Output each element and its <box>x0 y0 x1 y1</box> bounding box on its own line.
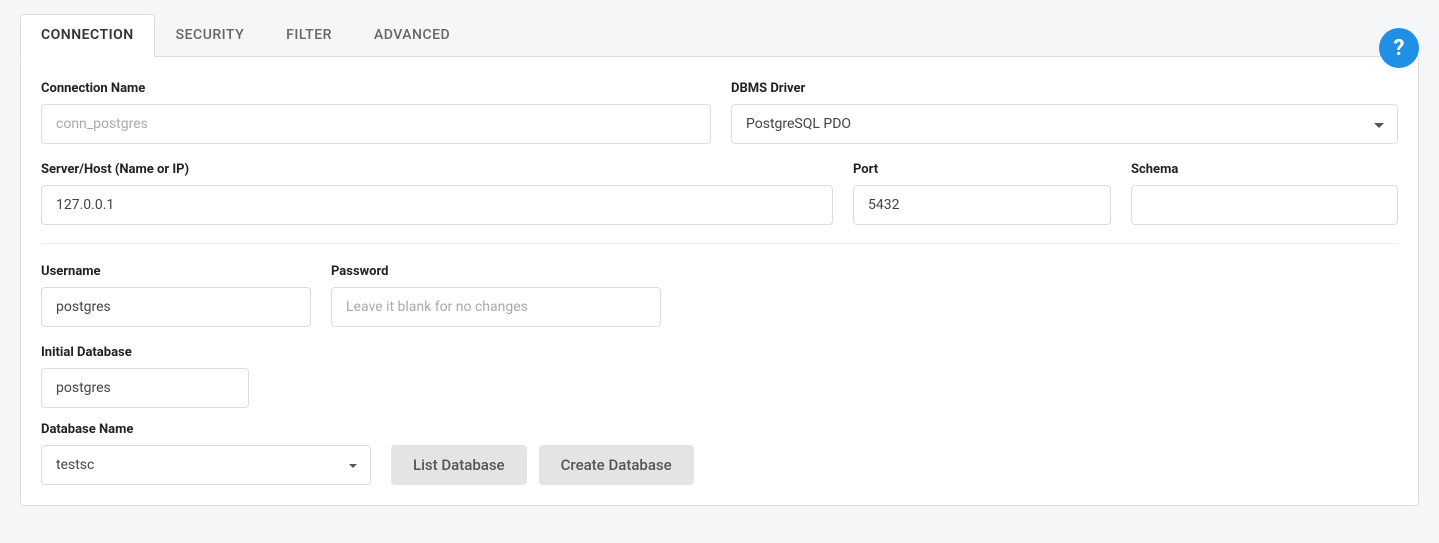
field-connection-name: Connection Name <box>41 81 711 144</box>
database-name-value: testsc <box>56 457 94 473</box>
server-host-input[interactable] <box>41 185 833 225</box>
label-username: Username <box>41 264 311 279</box>
list-database-button[interactable]: List Database <box>391 445 527 485</box>
label-server-host: Server/Host (Name or IP) <box>41 162 833 177</box>
label-password: Password <box>331 264 661 279</box>
connection-name-input[interactable] <box>41 104 711 144</box>
section-divider <box>41 243 1398 244</box>
connection-panel: Connection Name DBMS Driver PostgreSQL P… <box>20 56 1419 506</box>
field-database-name: Database Name testsc <box>41 422 371 485</box>
field-username: Username <box>41 264 311 327</box>
tab-bar: CONNECTION SECURITY FILTER ADVANCED <box>20 14 1419 56</box>
port-input[interactable] <box>853 185 1111 225</box>
field-port: Port <box>853 162 1111 225</box>
help-button[interactable]: ? <box>1379 28 1419 68</box>
main-container: ? CONNECTION SECURITY FILTER ADVANCED Co… <box>20 14 1419 506</box>
field-schema: Schema <box>1131 162 1398 225</box>
initial-database-input[interactable] <box>41 368 249 408</box>
label-connection-name: Connection Name <box>41 81 711 96</box>
database-buttons: List Database Create Database <box>391 422 694 485</box>
label-database-name: Database Name <box>41 422 371 437</box>
password-input[interactable] <box>331 287 661 327</box>
dbms-driver-select[interactable]: PostgreSQL PDO <box>731 104 1398 144</box>
label-schema: Schema <box>1131 162 1398 177</box>
tab-filter[interactable]: FILTER <box>265 14 353 56</box>
database-name-select[interactable]: testsc <box>41 445 371 485</box>
schema-input[interactable] <box>1131 185 1398 225</box>
username-input[interactable] <box>41 287 311 327</box>
field-password: Password <box>331 264 661 327</box>
tab-advanced[interactable]: ADVANCED <box>353 14 471 56</box>
dbms-driver-value: PostgreSQL PDO <box>746 116 851 132</box>
help-icon: ? <box>1394 36 1405 61</box>
label-dbms-driver: DBMS Driver <box>731 81 1398 96</box>
create-database-button[interactable]: Create Database <box>539 445 694 485</box>
field-server-host: Server/Host (Name or IP) <box>41 162 833 225</box>
label-port: Port <box>853 162 1111 177</box>
field-dbms-driver: DBMS Driver PostgreSQL PDO <box>731 81 1398 144</box>
tab-security[interactable]: SECURITY <box>155 14 265 56</box>
tab-connection[interactable]: CONNECTION <box>20 14 155 57</box>
label-initial-database: Initial Database <box>41 345 249 360</box>
field-initial-database: Initial Database <box>41 345 249 408</box>
